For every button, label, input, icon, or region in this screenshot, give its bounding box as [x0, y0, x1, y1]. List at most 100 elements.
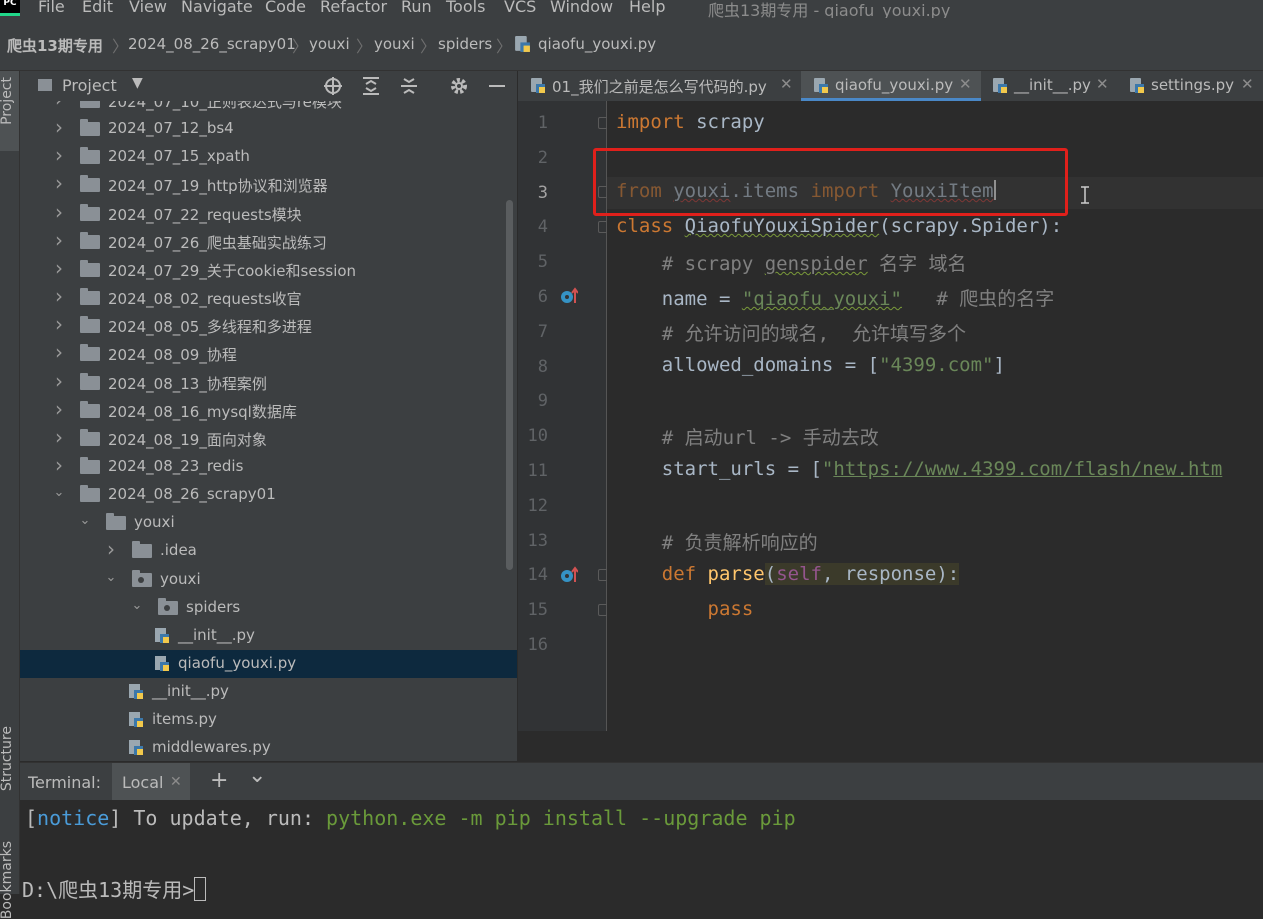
tree-item[interactable]: › 2024_07_26_爬虫基础实战练习: [20, 228, 517, 256]
tree-item[interactable]: ⌄ 2024_08_26_scrapy01: [20, 481, 517, 509]
tab-label: qiaofu_youxi.py: [835, 76, 954, 94]
menu-view[interactable]: View: [129, 0, 167, 16]
terminal-output[interactable]: [notice] To update, run: python.exe -m p…: [20, 800, 1263, 902]
project-tree-scrollbar[interactable]: [506, 200, 513, 570]
chevron-right-icon[interactable]: ›: [52, 397, 66, 421]
override-marker-icon[interactable]: [560, 566, 578, 584]
tree-item[interactable]: › 2024_08_23_redis: [20, 453, 517, 481]
chevron-right-icon[interactable]: ›: [52, 171, 66, 195]
chevron-right-icon[interactable]: ›: [52, 115, 66, 139]
line-number: 6: [537, 287, 548, 307]
bookmarks-tool-label[interactable]: Bookmarks: [0, 841, 15, 919]
menu-edit[interactable]: Edit: [82, 0, 113, 16]
menu-file[interactable]: File: [38, 0, 65, 16]
collapse-all-icon[interactable]: [399, 76, 419, 96]
breadcrumb-item-scrapy01[interactable]: 2024_08_26_scrapy01: [128, 35, 296, 53]
chevron-right-icon[interactable]: ›: [52, 143, 66, 167]
tree-item[interactable]: __init__.py: [20, 678, 517, 706]
chevron-down-icon[interactable]: ⌄: [52, 485, 66, 500]
breadcrumb-project[interactable]: 爬虫13期专用: [7, 35, 103, 56]
breadcrumb-file[interactable]: qiaofu_youxi.py: [538, 35, 656, 53]
gear-icon[interactable]: [449, 76, 469, 96]
expand-all-icon[interactable]: [361, 76, 381, 96]
chevron-right-icon[interactable]: ›: [52, 228, 66, 252]
close-icon[interactable]: ✕: [1096, 75, 1109, 93]
chevron-right-icon[interactable]: ›: [52, 101, 66, 111]
tree-item-label: youxi: [160, 569, 201, 588]
breadcrumb-item-youxi[interactable]: youxi: [309, 35, 350, 53]
tree-item[interactable]: › 2024_08_19_面向对象: [20, 425, 517, 453]
chevron-right-icon[interactable]: ›: [52, 312, 66, 336]
tree-item[interactable]: __init__.py: [20, 622, 517, 650]
tree-item[interactable]: › 2024_08_02_requests收官: [20, 284, 517, 312]
chevron-down-icon[interactable]: ⌄: [78, 513, 92, 528]
python-file-icon: [531, 78, 545, 93]
chevron-right-icon[interactable]: ›: [52, 425, 66, 449]
tree-item[interactable]: middlewares.py: [20, 734, 517, 761]
tree-item[interactable]: › 2024_07_22_requests模块: [20, 200, 517, 228]
chevron-down-icon[interactable]: ⌄: [248, 763, 266, 788]
close-icon[interactable]: ✕: [1241, 75, 1254, 93]
code-line-6: name = "qiaofu_youxi" # 爬虫的名字: [616, 288, 1055, 310]
line-number: 7: [537, 321, 548, 342]
tab-init[interactable]: __init__.py ✕: [982, 71, 1118, 101]
tree-item[interactable]: qiaofu_youxi.py: [20, 650, 517, 678]
chevron-right-icon[interactable]: ›: [104, 537, 118, 561]
menu-navigate[interactable]: Navigate: [181, 0, 253, 16]
close-icon[interactable]: ✕: [780, 75, 793, 93]
chevron-down-icon[interactable]: ⌄: [130, 598, 144, 613]
chevron-right-icon[interactable]: ›: [52, 284, 66, 308]
add-terminal-icon[interactable]: +: [210, 768, 228, 793]
menu-code[interactable]: Code: [265, 0, 306, 16]
chevron-down-icon[interactable]: ⌄: [104, 570, 118, 585]
project-tool-label[interactable]: Project: [0, 77, 15, 125]
tree-item[interactable]: ⌄ spiders: [20, 594, 517, 622]
tree-item[interactable]: › 2024_07_10_正则表达式与re模块: [20, 101, 517, 115]
tree-item[interactable]: › 2024_08_13_协程案例: [20, 369, 517, 397]
chevron-right-icon[interactable]: ›: [52, 200, 66, 224]
tree-item[interactable]: › 2024_08_05_多线程和多进程: [20, 312, 517, 340]
tab-qiaofu-youxi[interactable]: qiaofu_youxi.py ✕: [801, 71, 981, 101]
project-view-dropdown-icon[interactable]: ▼: [132, 75, 143, 91]
project-panel-title[interactable]: Project: [62, 76, 117, 95]
close-icon[interactable]: ✕: [959, 75, 972, 93]
menu-help[interactable]: Help: [629, 0, 665, 16]
chevron-right-icon[interactable]: ›: [52, 453, 66, 477]
breadcrumb-separator-icon: 〉: [496, 37, 513, 56]
code-line-14: def parse(self, response):: [661, 563, 960, 585]
tree-item[interactable]: › 2024_07_19_http协议和浏览器: [20, 171, 517, 199]
locate-file-icon[interactable]: [323, 76, 343, 96]
menu-vcs[interactable]: VCS: [504, 0, 536, 16]
tab-settings[interactable]: settings.py ✕: [1119, 71, 1263, 101]
tree-item[interactable]: ⌄ youxi: [20, 566, 517, 594]
chevron-right-icon[interactable]: ›: [52, 340, 66, 364]
folder-icon: [106, 513, 126, 531]
tool-window-stripe: Project Structure Bookmarks: [0, 71, 20, 919]
tree-item[interactable]: › 2024_08_16_mysql数据库: [20, 397, 517, 425]
breadcrumb-item-spiders[interactable]: spiders: [438, 35, 492, 53]
terminal-tab-local[interactable]: Local ✕: [112, 763, 190, 801]
tree-item[interactable]: ⌄ youxi: [20, 509, 517, 537]
folder-icon: [80, 231, 100, 249]
menu-tools[interactable]: Tools: [446, 0, 485, 16]
code-line-13: # 负责解析响应的: [616, 532, 818, 554]
folder-icon: [80, 400, 100, 418]
tree-item[interactable]: › 2024_07_29_关于cookie和session: [20, 256, 517, 284]
hide-panel-icon[interactable]: [489, 85, 505, 87]
menu-refactor[interactable]: Refactor: [320, 0, 387, 16]
menu-run[interactable]: Run: [401, 0, 432, 16]
chevron-right-icon[interactable]: ›: [52, 369, 66, 393]
tree-item-label: 2024_07_26_爬虫基础实战练习: [108, 233, 327, 252]
breadcrumb-item-youxi-package[interactable]: youxi: [374, 35, 415, 53]
tree-item[interactable]: › .idea: [20, 537, 517, 565]
tree-item[interactable]: › 2024_07_15_xpath: [20, 143, 517, 171]
tab-01-file[interactable]: 01_我们之前是怎么写代码的.py ✕: [518, 71, 800, 101]
close-icon[interactable]: ✕: [170, 774, 182, 790]
chevron-right-icon[interactable]: ›: [52, 256, 66, 280]
tree-item[interactable]: › 2024_08_09_协程: [20, 340, 517, 368]
tree-item[interactable]: › 2024_07_12_bs4: [20, 115, 517, 143]
tree-item[interactable]: items.py: [20, 706, 517, 734]
override-marker-icon[interactable]: [560, 287, 578, 305]
structure-tool-label[interactable]: Structure: [0, 726, 15, 791]
menu-window[interactable]: Window: [550, 0, 613, 16]
